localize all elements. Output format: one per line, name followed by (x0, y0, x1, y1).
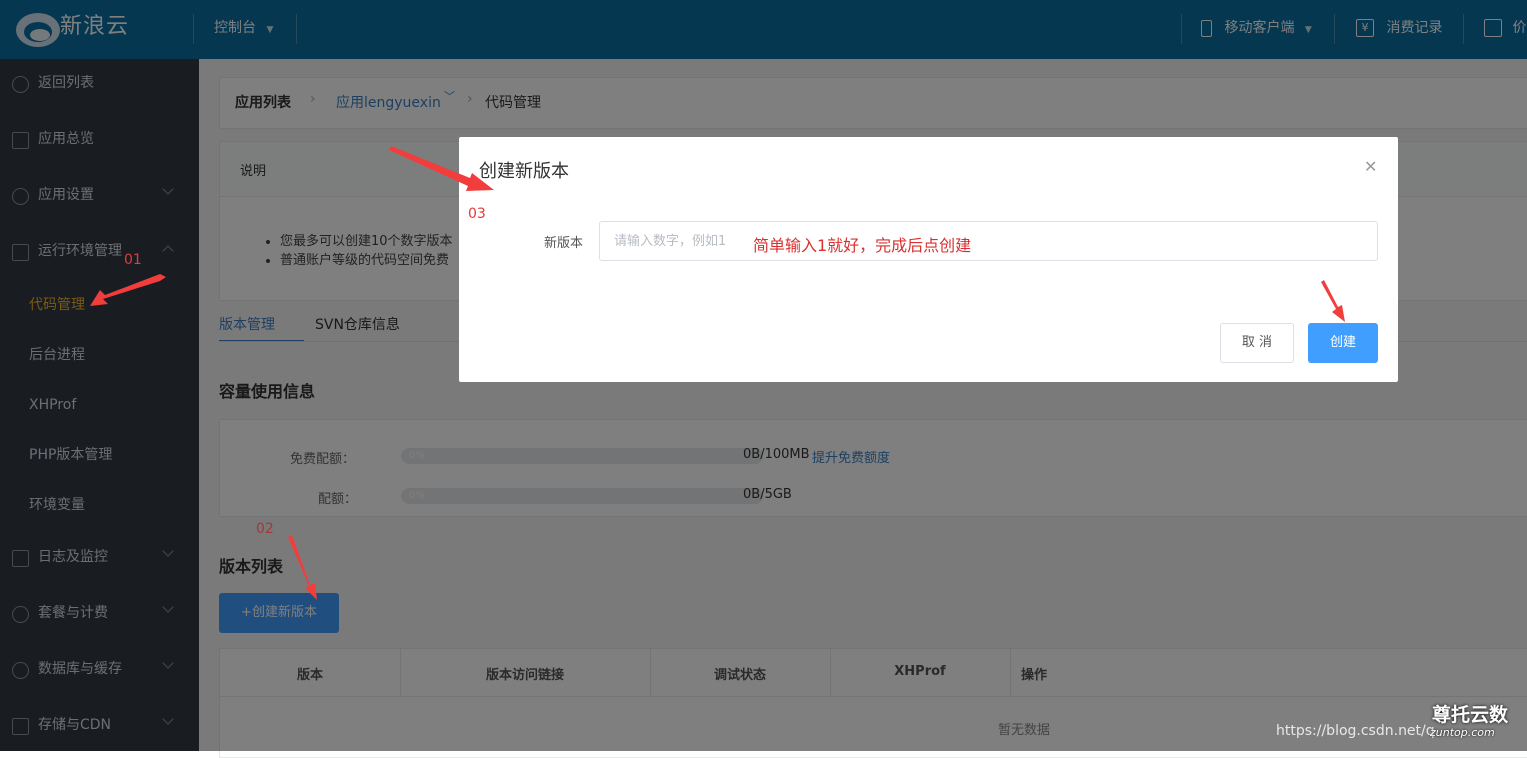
dialog-title: 创建新版本 (479, 161, 569, 182)
watermark-brand-sub: zuntop.com (1430, 726, 1495, 739)
new-version-label: 新版本 (544, 236, 584, 251)
cancel-button[interactable]: 取 消 (1220, 323, 1294, 363)
watermark-brand: 尊托云数 zuntop.com (1430, 700, 1520, 745)
watermark-url: https://blog.csdn.net/q (1276, 723, 1435, 739)
annotation-hint: 简单输入1就好，完成后点创建 (753, 236, 972, 255)
annotation-02: 02 (256, 521, 274, 537)
watermark-brand-name: 尊托云数 (1432, 704, 1509, 726)
new-version-input[interactable] (599, 221, 1378, 261)
create-button[interactable]: 创建 (1308, 323, 1378, 363)
close-icon[interactable]: ✕ (1364, 157, 1377, 176)
annotation-01: 01 (124, 252, 142, 268)
annotation-03: 03 (468, 206, 486, 222)
create-version-dialog: 创建新版本 ✕ 新版本 取 消 创建 (459, 137, 1398, 382)
